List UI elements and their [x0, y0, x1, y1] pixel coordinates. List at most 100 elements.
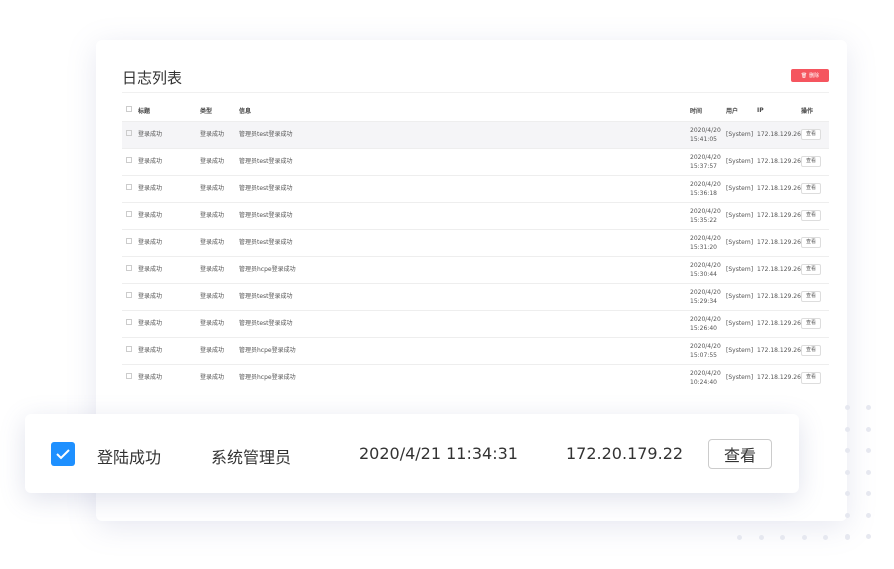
cell-time: 2020/4/20 15:26:40 [690, 309, 726, 337]
cell-time: 2020/4/20 15:37:57 [690, 147, 726, 175]
column-type: 类型 [200, 107, 213, 115]
cell-ip: 172.18.129.26 [757, 201, 801, 229]
dot [866, 426, 871, 432]
cell-title: 登录成功 [138, 147, 200, 175]
log-table: 标题 类型 信息 时间 用户 IP 操作 登录成功 登录成功 管理员test登录… [122, 100, 829, 391]
cell-user: [System] [726, 255, 757, 283]
dot [737, 535, 742, 540]
view-button[interactable]: 查看 [801, 372, 822, 384]
table-row: 登录成功 登录成功 管理员hcpe登录成功 2020/4/20 15:07:55 … [122, 336, 829, 364]
cell-ip: 172.18.129.26 [757, 309, 801, 337]
cell-ip: 172.18.129.26 [757, 174, 801, 202]
row-checkbox[interactable] [126, 373, 132, 380]
cell-user: [System] [726, 363, 757, 391]
row-checkbox[interactable] [126, 265, 132, 271]
column-user: 用户 [726, 107, 739, 115]
cell-type: 登录成功 [200, 282, 239, 310]
trash-icon: 🗑 [800, 72, 808, 79]
cell-title: 登录成功 [138, 363, 200, 391]
cell-ip: 172.18.129.26 [757, 255, 801, 283]
cell-user: [System] [726, 282, 757, 310]
cell-title: 登录成功 [138, 309, 200, 337]
cell-type: 登录成功 [200, 228, 239, 256]
cell-type: 登录成功 [200, 255, 239, 283]
dot [845, 426, 850, 432]
cell-info: 管理员hcpe登录成功 [239, 336, 690, 364]
cell-type: 登录成功 [200, 147, 239, 175]
cell-user: [System] [726, 201, 757, 229]
table-row: 登录成功 登录成功 管理员test登录成功 2020/4/20 15:41:05 … [122, 120, 829, 148]
dot [866, 448, 871, 453]
highlighted-log-row: 登陆成功 系统管理员 2020/4/21 11:34:31 172.20.179… [25, 414, 799, 493]
cell-time: 2020/4/20 15:35:22 [690, 201, 726, 229]
column-info: 信息 [239, 107, 252, 115]
dot [844, 535, 850, 540]
view-button[interactable]: 查看 [801, 209, 822, 222]
column-ip: IP [757, 106, 764, 114]
dot [866, 491, 871, 496]
table-row: 登录成功 登录成功 管理员test登录成功 2020/4/20 15:26:40 … [122, 309, 829, 337]
cell-time: 2020/4/20 15:41:05 [690, 120, 726, 148]
view-button[interactable]: 查看 [801, 317, 822, 330]
view-button[interactable]: 查看 [801, 128, 822, 141]
row-checkbox[interactable] [126, 238, 132, 244]
view-button[interactable]: 查看 [801, 155, 822, 168]
row-checkbox[interactable] [126, 130, 132, 136]
cell-info: 管理员test登录成功 [239, 228, 690, 256]
column-time: 时间 [690, 107, 703, 115]
table-header: 标题 类型 信息 时间 用户 IP 操作 [122, 100, 829, 121]
delete-button[interactable]: 🗑 删除 [791, 69, 829, 82]
table-row: 登录成功 登录成功 管理员test登录成功 2020/4/20 15:36:18 … [122, 174, 829, 202]
cell-info: 管理员hcpe登录成功 [239, 363, 690, 391]
cell-type: 登录成功 [200, 363, 239, 391]
cell-info: 管理员test登录成功 [239, 120, 690, 148]
dot [845, 448, 850, 453]
dot [845, 469, 850, 475]
cell-user: [System] [726, 336, 757, 364]
cell-info: 管理员test登录成功 [239, 309, 690, 337]
cell-info: 管理员hcpe登录成功 [239, 255, 690, 283]
row-checkbox[interactable] [126, 157, 132, 163]
cell-user: [System] [726, 228, 757, 256]
view-button[interactable]: 查看 [801, 182, 822, 195]
divider [122, 92, 829, 93]
cell-user: [System] [726, 309, 757, 337]
view-button[interactable]: 查看 [801, 263, 822, 276]
view-button[interactable]: 查看 [801, 290, 822, 303]
view-button[interactable]: 查看 [708, 439, 772, 469]
row-checkbox[interactable] [126, 292, 132, 298]
table-row: 登录成功 登录成功 管理员test登录成功 2020/4/20 15:35:22 … [122, 201, 829, 229]
cell-ip: 172.18.129.26 [757, 120, 801, 148]
dot [866, 405, 871, 410]
cell-title: 登录成功 [138, 174, 200, 202]
select-all-checkbox[interactable] [126, 106, 132, 113]
check-icon [56, 449, 70, 460]
cell-type: 登录成功 [200, 120, 239, 148]
row-datetime: 2020/4/21 11:34:31 [359, 444, 518, 463]
cell-time: 2020/4/20 15:29:34 [690, 282, 726, 310]
cell-time: 2020/4/20 15:30:44 [690, 255, 726, 283]
dot [845, 405, 850, 410]
row-checkbox[interactable] [126, 184, 132, 190]
cell-title: 登录成功 [138, 228, 200, 256]
row-checkbox-checked[interactable] [51, 442, 75, 466]
row-checkbox[interactable] [126, 211, 132, 217]
view-button[interactable]: 查看 [801, 344, 822, 357]
cell-type: 登录成功 [200, 336, 239, 364]
table-row: 登录成功 登录成功 管理员hcpe登录成功 2020/4/20 10:24:40 … [122, 363, 829, 391]
row-checkbox[interactable] [126, 319, 132, 325]
cell-type: 登录成功 [200, 201, 239, 229]
page-title: 日志列表 [122, 69, 183, 87]
dot [758, 535, 764, 540]
row-checkbox[interactable] [126, 346, 132, 352]
table-row: 登录成功 登录成功 管理员test登录成功 2020/4/20 15:37:57 … [122, 147, 829, 175]
column-title: 标题 [138, 107, 151, 115]
cell-info: 管理员test登录成功 [239, 282, 690, 310]
dot [866, 512, 871, 518]
row-user: 系统管理员 [211, 448, 292, 467]
cell-time: 2020/4/20 10:24:40 [690, 363, 726, 391]
cell-time: 2020/4/20 15:36:18 [690, 174, 726, 202]
table-row: 登录成功 登录成功 管理员test登录成功 2020/4/20 15:31:20 … [122, 228, 829, 256]
cell-time: 2020/4/20 15:07:55 [690, 336, 726, 364]
view-button[interactable]: 查看 [801, 236, 822, 249]
